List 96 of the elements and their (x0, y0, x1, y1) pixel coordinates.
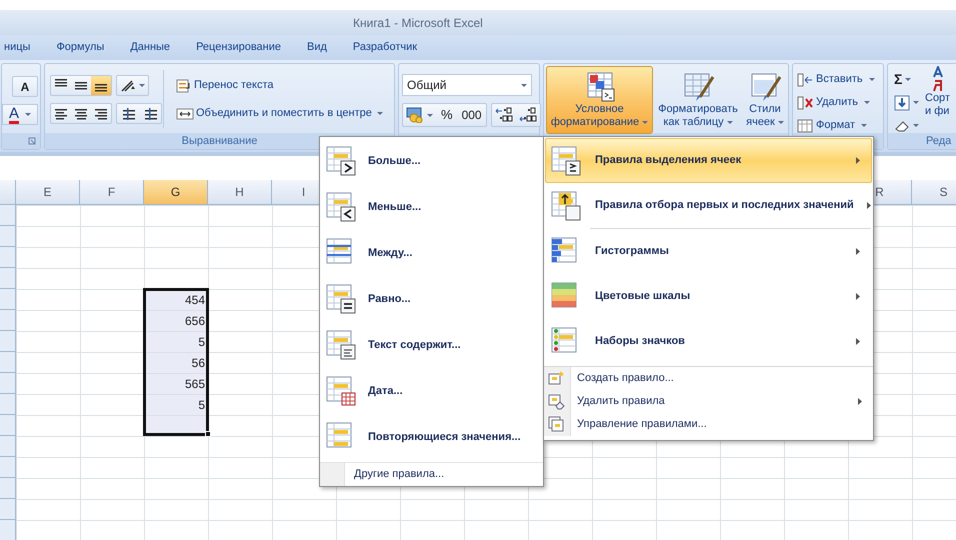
autosum-button[interactable]: Σ (894, 70, 919, 89)
dropdown-arrow-icon (861, 124, 868, 127)
menu-item[interactable]: Между... (320, 230, 543, 276)
fill-handle[interactable] (205, 431, 211, 437)
insert-cells-icon (797, 72, 813, 88)
menu-item[interactable]: Создать правило... (544, 367, 873, 390)
styles-button[interactable]: Стили ячеек (743, 66, 787, 134)
window-title: Книга1 - Microsoft Excel (353, 14, 483, 32)
decrease-indent-icon (121, 106, 135, 120)
fill-button[interactable] (894, 93, 919, 112)
vertical-align-button[interactable] (91, 76, 111, 95)
wrap-text-button[interactable]: Перенос текста (176, 77, 274, 94)
group-label: Реда (926, 134, 952, 149)
menu-item[interactable]: Текст содержит... (320, 322, 543, 368)
calendar-table-icon (325, 375, 357, 407)
increase-decimal-icon (494, 106, 513, 124)
merge-center-button[interactable]: Объединить и поместить в центре (176, 105, 383, 122)
ribbon-tab[interactable]: Данные (130, 39, 170, 56)
font-color-button[interactable]: A (2, 104, 38, 125)
cell-brush-icon (749, 71, 781, 103)
align-center-icon (74, 106, 88, 120)
manage-rules-table-icon (548, 416, 565, 433)
new-rule-table-icon (548, 370, 565, 387)
align-lines-icon (55, 79, 67, 87)
dropdown-arrow-icon (778, 121, 784, 124)
sort-letters-icon (933, 66, 943, 92)
align-right-icon (94, 106, 108, 120)
dialog-launcher-icon (28, 137, 36, 145)
corner-header (0, 180, 16, 205)
grow-font-button[interactable]: A (12, 76, 38, 97)
ribbon-tab[interactable]: Разработчик (352, 39, 418, 56)
number-format-dropdown[interactable]: Общий (402, 74, 532, 96)
ribbon-tab[interactable]: Рецензирование (196, 39, 282, 56)
cells-command-button[interactable]: Удалить (797, 93, 875, 112)
highlight-rules-table-icon (550, 144, 582, 176)
dropdown-arrow-icon (913, 124, 919, 127)
menu-item[interactable]: Управление правилами... (544, 413, 873, 436)
dropdown-arrow-icon (376, 112, 383, 115)
dropdown-arrow-icon (864, 101, 870, 104)
align-lines-icon (95, 84, 107, 92)
menu-item[interactable]: Дата... (320, 368, 543, 414)
group-label: Выравнивание (182, 134, 258, 149)
column-header[interactable]: G (144, 180, 208, 205)
delete-cells-icon (797, 94, 813, 110)
less-than-table-icon (325, 191, 357, 223)
greater-than-table-icon (325, 145, 357, 177)
equals-table-icon (325, 283, 357, 315)
format-cells-icon (797, 118, 813, 134)
decrease-decimal-icon (518, 106, 537, 124)
align-left-icon (54, 106, 68, 120)
table-cell[interactable]: 5 (145, 395, 209, 415)
dropdown-arrow-icon (521, 84, 527, 86)
dropdown-arrow-icon (25, 113, 31, 116)
menu-item[interactable]: Наборы значков (545, 319, 872, 364)
cells-command-button[interactable]: Вставить (797, 70, 875, 89)
dropdown-arrow-icon (913, 101, 919, 104)
sort-filter-button[interactable]: Сорт и фи (925, 66, 950, 118)
menu-item[interactable]: Равно... (320, 276, 543, 322)
ribbon-tab[interactable]: Вид (307, 39, 327, 56)
menu-item[interactable]: Другие правила... (345, 463, 444, 486)
thousands-button[interactable]: 000 (458, 104, 486, 126)
table-cell[interactable]: 5 (145, 332, 209, 352)
styles-button[interactable]: Условное форматирование (546, 66, 653, 134)
eraser-table-icon (548, 393, 565, 410)
percent-button[interactable]: % (436, 104, 458, 126)
table-cell[interactable]: 56 (145, 353, 209, 373)
up-arrow-table-icon (550, 190, 582, 222)
slanted-text-icon (120, 78, 136, 92)
column-header[interactable]: H (208, 180, 272, 205)
menu-item[interactable]: Правила выделения ячеек (545, 138, 872, 183)
fill-down-icon (894, 94, 910, 110)
money-coins-icon (406, 107, 424, 123)
column-header[interactable]: F (80, 180, 144, 205)
increase-indent-icon (143, 106, 157, 120)
wrap-text-icon (176, 78, 192, 92)
ribbon-tab[interactable]: Формулы (56, 39, 104, 56)
dropdown-arrow-icon (868, 78, 875, 81)
menu-item[interactable]: Гистограммы (545, 229, 872, 274)
dropdown-arrow-icon (139, 84, 145, 87)
dropdown-arrow-icon (726, 121, 733, 124)
table-cell[interactable]: 656 (145, 311, 209, 331)
column-header[interactable]: E (16, 180, 80, 205)
orientation-button[interactable] (116, 75, 149, 96)
align-lines-icon (75, 82, 87, 90)
dropdown-arrow-icon (427, 114, 433, 116)
table-cell[interactable]: 565 (145, 374, 209, 394)
menu-item[interactable]: Повторяющиеся значения... (320, 414, 543, 460)
column-header[interactable]: S (912, 180, 956, 205)
text-table-icon (325, 329, 357, 361)
menu-item[interactable]: Цветовые шкалы (545, 274, 872, 319)
menu-item[interactable]: Удалить правила (544, 390, 873, 413)
dropdown-arrow-icon (642, 121, 648, 124)
merge-cells-icon (176, 106, 194, 120)
dropdown-arrow-icon (905, 78, 912, 81)
ribbon-tab[interactable]: ницы (4, 39, 30, 56)
table-brush-icon (682, 71, 714, 103)
